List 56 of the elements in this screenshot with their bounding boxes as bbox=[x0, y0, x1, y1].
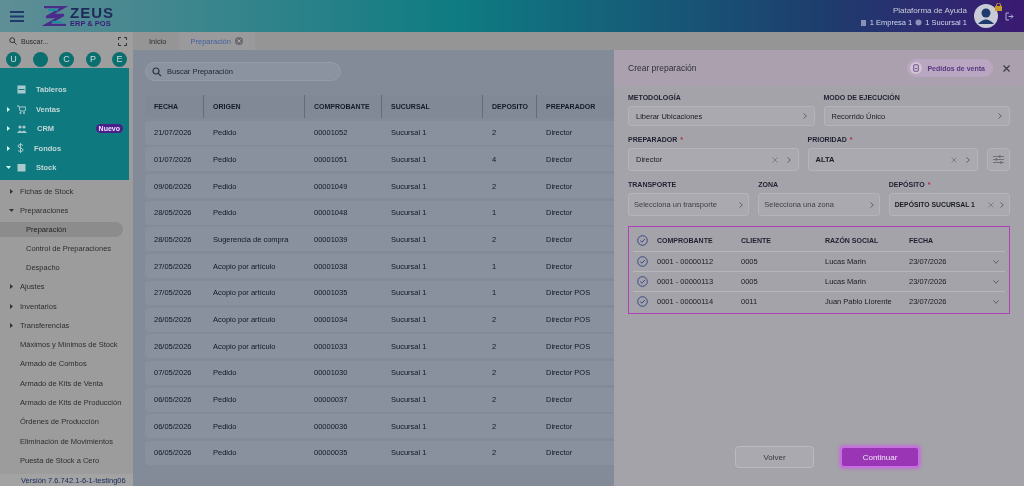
search-icon bbox=[9, 37, 17, 45]
chevron-down-icon[interactable] bbox=[993, 279, 999, 284]
caret-right-icon[interactable] bbox=[6, 126, 11, 132]
dashboard-icon bbox=[17, 85, 26, 95]
check-circle-icon[interactable] bbox=[637, 276, 648, 287]
shortcut-button[interactable]: P bbox=[85, 51, 101, 67]
close-icon[interactable] bbox=[234, 37, 243, 45]
chevron-right-icon bbox=[739, 201, 744, 208]
caret-right-icon[interactable] bbox=[9, 322, 14, 328]
caret-down-icon[interactable] bbox=[9, 207, 14, 213]
help-link[interactable]: Plataforma de Ayuda bbox=[892, 5, 967, 15]
chevron-right-icon bbox=[869, 201, 874, 208]
chevron-right-icon bbox=[786, 156, 791, 163]
clear-icon[interactable] bbox=[951, 156, 957, 163]
chevron-right-icon bbox=[1000, 201, 1004, 208]
dollar-icon bbox=[17, 143, 24, 154]
menu-icon[interactable] bbox=[10, 10, 24, 22]
caret-right-icon[interactable] bbox=[9, 303, 14, 309]
shortcut-button[interactable]: E bbox=[112, 51, 127, 67]
caret-down-icon[interactable] bbox=[6, 165, 11, 171]
chevron-right-icon bbox=[966, 156, 970, 163]
shortcut-button[interactable]: C bbox=[59, 51, 74, 67]
caret-right-icon[interactable] bbox=[9, 188, 14, 194]
document-icon bbox=[910, 62, 923, 74]
fullscreen-icon[interactable] bbox=[118, 36, 127, 46]
store-icon bbox=[915, 18, 923, 26]
avatar-icon[interactable] bbox=[974, 4, 998, 28]
caret-right-icon[interactable] bbox=[9, 284, 14, 290]
chevron-down-icon[interactable] bbox=[993, 299, 999, 304]
chevron-down-icon[interactable] bbox=[993, 259, 999, 264]
caret-right-icon[interactable] bbox=[6, 106, 11, 112]
shortcut-button[interactable]: U bbox=[6, 51, 21, 67]
continue-button[interactable]: Continuar bbox=[840, 446, 920, 468]
sliders-icon bbox=[993, 155, 1004, 164]
check-circle-icon[interactable] bbox=[637, 234, 648, 246]
clear-icon[interactable] bbox=[988, 201, 994, 208]
chevron-right-icon bbox=[998, 113, 1002, 119]
people-icon bbox=[17, 124, 27, 133]
cart-icon bbox=[17, 104, 26, 114]
check-circle-icon[interactable] bbox=[637, 256, 648, 267]
filter-button[interactable] bbox=[987, 148, 1010, 171]
logo-icon bbox=[42, 6, 68, 26]
close-icon[interactable] bbox=[1003, 64, 1010, 72]
chevron-right-icon bbox=[802, 113, 807, 119]
search-icon bbox=[152, 66, 162, 77]
logo-name: ZEUS bbox=[70, 4, 114, 20]
check-circle-icon[interactable] bbox=[637, 296, 648, 307]
logout-icon[interactable] bbox=[1005, 11, 1014, 21]
drawer-title: Crear preparación bbox=[628, 63, 697, 73]
shortcut-button[interactable] bbox=[32, 51, 48, 67]
clear-icon[interactable] bbox=[771, 156, 778, 163]
building-icon bbox=[859, 18, 867, 26]
box-icon bbox=[17, 163, 26, 173]
back-button[interactable]: Volver bbox=[735, 446, 814, 468]
lock-icon bbox=[995, 3, 1002, 11]
caret-right-icon[interactable] bbox=[6, 145, 11, 151]
